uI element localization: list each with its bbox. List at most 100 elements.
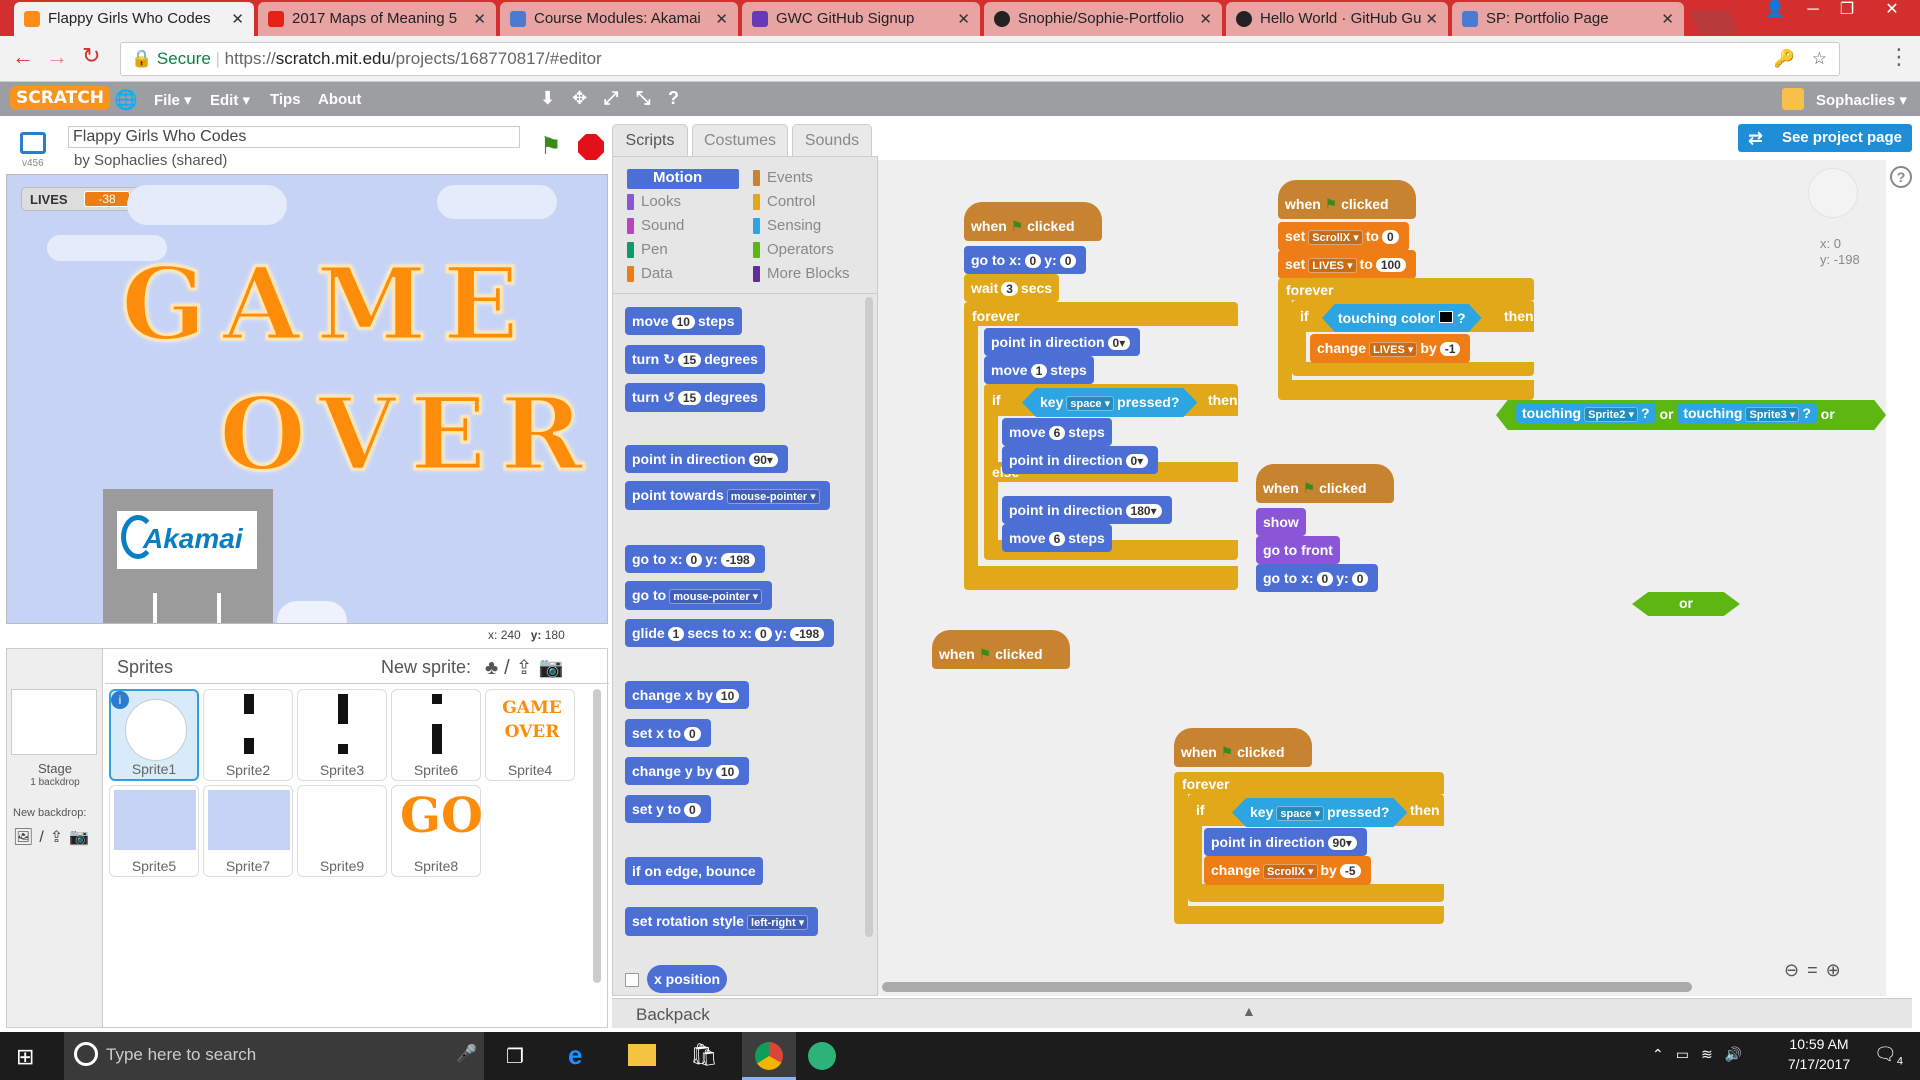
- clock[interactable]: 10:59 AM 7/17/2017: [1774, 1036, 1864, 1072]
- reload-icon[interactable]: ↻: [82, 43, 100, 69]
- close-tab-icon[interactable]: ✕: [715, 10, 728, 28]
- goto-xy-block[interactable]: go to x: 0 y: 0: [1256, 564, 1379, 592]
- maximize-icon[interactable]: ❐: [1830, 0, 1864, 22]
- paint-brush-icon[interactable]: /: [39, 829, 49, 846]
- point-direction-block[interactable]: point in direction 0▾: [984, 328, 1141, 356]
- new-tab-button[interactable]: [1689, 10, 1739, 34]
- palette-x-position-reporter[interactable]: x position: [647, 965, 728, 993]
- upload-icon[interactable]: ⇪: [50, 829, 69, 846]
- when-flag-clicked-hat[interactable]: when ⚑ clicked: [1174, 728, 1312, 767]
- set-variable-block[interactable]: set LIVES ▾ to 100: [1278, 250, 1416, 279]
- go-to-front-block[interactable]: go to front: [1256, 536, 1340, 564]
- globe-icon[interactable]: 🌐: [114, 88, 138, 112]
- shrink-tool-icon[interactable]: ⤡: [636, 88, 650, 109]
- about-menu[interactable]: About: [318, 91, 361, 108]
- category-data[interactable]: Data: [627, 265, 673, 282]
- grow-tool-icon[interactable]: ⤢: [604, 88, 618, 109]
- palette-goto-xy-block[interactable]: go to x: 0 y: -198: [625, 545, 765, 573]
- key-pressed-condition[interactable]: key space ▾ pressed?: [1022, 388, 1198, 417]
- paint-brush-icon[interactable]: /: [504, 657, 516, 679]
- zoom-in-icon[interactable]: ⊕: [1826, 960, 1849, 980]
- key-icon[interactable]: 🔑: [1774, 43, 1795, 75]
- category-sensing[interactable]: Sensing: [753, 217, 821, 234]
- zoom-out-icon[interactable]: ⊖: [1784, 960, 1807, 980]
- file-menu[interactable]: File ▾: [154, 91, 192, 109]
- help-tool-icon[interactable]: ?: [668, 88, 679, 109]
- palette-set-x-block[interactable]: set x to 0: [625, 719, 711, 747]
- backdrop-library-icon[interactable]: 🖼: [13, 829, 39, 846]
- palette-bounce-block[interactable]: if on edge, bounce: [625, 857, 763, 885]
- close-tab-icon[interactable]: ✕: [957, 10, 970, 28]
- upload-icon[interactable]: ⇪: [516, 657, 539, 679]
- close-window-icon[interactable]: ✕: [1868, 0, 1916, 22]
- category-control[interactable]: Control: [753, 193, 815, 210]
- palette-turn-right-block[interactable]: turn ↻ 15 degrees: [625, 345, 765, 374]
- palette-point-towards-block[interactable]: point towards mouse-pointer ▾: [625, 481, 830, 510]
- category-operators[interactable]: Operators: [753, 241, 834, 258]
- palette-glide-block[interactable]: glide 1 secs to x: 0 y: -198: [625, 619, 835, 647]
- chrome-taskbar-button[interactable]: [742, 1032, 796, 1080]
- user-profile-icon[interactable]: 👤: [1758, 0, 1792, 22]
- point-direction-block[interactable]: point in direction 90▾: [1204, 828, 1367, 856]
- sprite-thumb-sprite4[interactable]: GAME OVER Sprite4: [485, 689, 575, 781]
- category-sound[interactable]: Sound: [627, 217, 684, 234]
- category-events[interactable]: Events: [753, 169, 813, 186]
- palette-turn-left-block[interactable]: turn ↺ 15 degrees: [625, 383, 765, 412]
- stop-sign-icon[interactable]: [578, 134, 604, 160]
- show-block[interactable]: show: [1256, 508, 1306, 536]
- chevron-up-icon[interactable]: ⌃: [1652, 1046, 1676, 1062]
- tips-menu[interactable]: Tips: [270, 91, 301, 108]
- see-project-page-button[interactable]: ⇄ See project page: [1738, 124, 1912, 152]
- or-operator-block[interactable]: touching Sprite2 ▾? or touching Sprite3 ▾?…: [1496, 400, 1886, 430]
- change-variable-block[interactable]: change LIVES ▾ by -1: [1310, 334, 1471, 363]
- store-icon[interactable]: 🛍: [690, 1042, 718, 1068]
- browser-tab-maps[interactable]: 2017 Maps of Meaning 5 ✕: [258, 2, 496, 36]
- minimize-icon[interactable]: ─: [1796, 0, 1830, 22]
- touching-color-condition[interactable]: touching color ?: [1322, 304, 1482, 332]
- palette-point-direction-block[interactable]: point in direction 90▾: [625, 445, 788, 473]
- or-operator-block[interactable]: or: [1632, 592, 1740, 616]
- browser-tab-course[interactable]: Course Modules: Akamai ✕: [500, 2, 738, 36]
- cut-tool-icon[interactable]: ✥: [572, 88, 587, 109]
- color-swatch[interactable]: [1439, 311, 1454, 323]
- sprites-scrollbar[interactable]: [593, 689, 601, 983]
- point-direction-block[interactable]: point in direction 0▾: [1002, 446, 1159, 474]
- change-variable-block[interactable]: change ScrollX ▾ by -5: [1204, 856, 1371, 885]
- sprite-thumb-sprite2[interactable]: Sprite2: [203, 689, 293, 781]
- browser-tab-portfolio[interactable]: SP: Portfolio Page ✕: [1452, 2, 1684, 36]
- zoom-reset-icon[interactable]: =: [1807, 960, 1826, 980]
- duplicate-tool-icon[interactable]: ⬇: [540, 88, 555, 109]
- notifications-icon[interactable]: 🗨4: [1874, 1044, 1903, 1068]
- scripts-area[interactable]: x: 0 y: -198 when ⚑ clicked go to x: 0 y: 0…: [878, 160, 1886, 996]
- tab-sounds[interactable]: Sounds: [792, 124, 872, 156]
- when-flag-clicked-hat[interactable]: when ⚑ clicked: [1278, 180, 1416, 219]
- wait-block[interactable]: wait 3 secs: [964, 274, 1060, 302]
- green-flag-icon[interactable]: ⚑: [540, 132, 562, 161]
- category-looks[interactable]: Looks: [627, 193, 681, 210]
- user-menu[interactable]: Sophaclies ▾: [1816, 91, 1907, 109]
- file-explorer-icon[interactable]: [628, 1044, 656, 1066]
- set-variable-block[interactable]: set ScrollX ▾ to 0: [1278, 222, 1409, 251]
- sprite-thumb-sprite1[interactable]: i Sprite1: [109, 689, 199, 781]
- project-title-input[interactable]: Flappy Girls Who Codes: [68, 126, 520, 148]
- key-pressed-condition[interactable]: key space ▾ pressed?: [1232, 798, 1408, 827]
- palette-rotation-style-block[interactable]: set rotation style left-right ▾: [625, 907, 819, 936]
- close-tab-icon[interactable]: ✕: [1425, 10, 1438, 28]
- forward-arrow-icon[interactable]: →: [46, 44, 68, 70]
- volume-icon[interactable]: 🔊: [1725, 1046, 1754, 1062]
- sprite-library-icon[interactable]: ♣: [485, 657, 504, 679]
- camera-icon[interactable]: 📷: [69, 829, 95, 846]
- palette-change-x-block[interactable]: change x by 10: [625, 681, 750, 709]
- palette-set-y-block[interactable]: set y to 0: [625, 795, 711, 823]
- sprite-thumb-sprite6[interactable]: Sprite6: [391, 689, 481, 781]
- backpack-bar[interactable]: Backpack ▲: [612, 998, 1912, 1028]
- new-backdrop-tools[interactable]: 🖼/⇪📷: [13, 827, 95, 847]
- sprite-thumb-sprite7[interactable]: Sprite7: [203, 785, 293, 877]
- chrome-menu-icon[interactable]: ⋮: [1888, 44, 1910, 70]
- lives-monitor[interactable]: LIVES -38: [21, 187, 139, 211]
- avatar[interactable]: [1782, 88, 1804, 110]
- browser-tab-hello[interactable]: Hello World · GitHub Gu ✕: [1226, 2, 1448, 36]
- info-icon[interactable]: i: [111, 691, 129, 709]
- close-tab-icon[interactable]: ✕: [1199, 10, 1212, 28]
- windows-start-icon[interactable]: ⊞: [16, 1044, 34, 1070]
